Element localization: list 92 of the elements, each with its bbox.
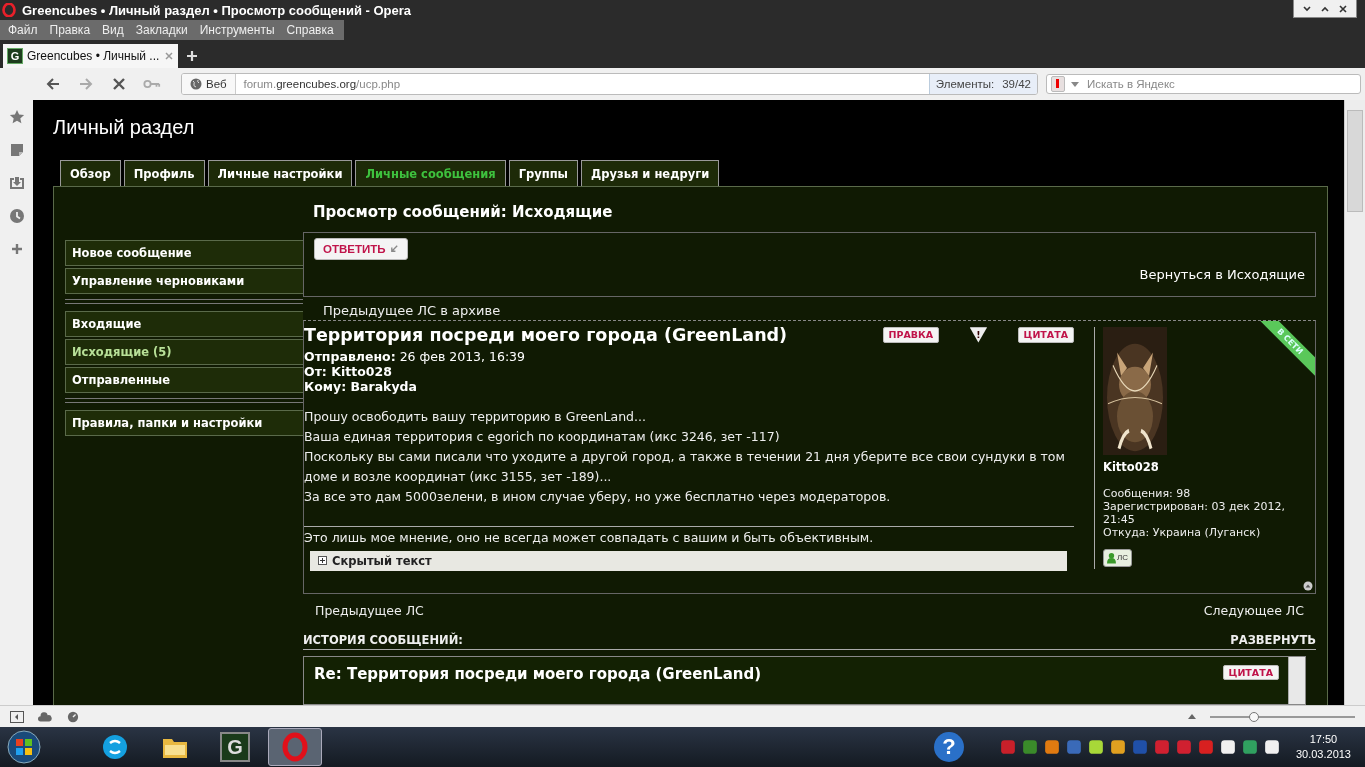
scroll-top-icon[interactable] (1303, 580, 1313, 591)
message-text: Поскольку вы сами писали что уходите а другой город, а также в течении 21 дня уберите все свои сундуки в том доме и возле координат (икс 3155, зет -189)... (304, 447, 1066, 486)
section-tab[interactable]: Друзья и недруги (581, 160, 720, 186)
start-button[interactable] (6, 729, 42, 765)
dropdown-icon[interactable] (1071, 81, 1079, 87)
favicon: G (7, 48, 23, 64)
menu-item[interactable]: Инструменты (191, 23, 279, 37)
menu-item[interactable]: Правка (41, 23, 95, 37)
message-meta: Отправлено: 26 фев 2013, 16:39 (304, 348, 527, 364)
clock-icon[interactable] (8, 208, 25, 224)
message-text: Прошу освободить вашу территорию в GreenLand... (304, 407, 647, 426)
expand-icon (318, 556, 327, 566)
pm-button[interactable]: ЛС (1103, 548, 1132, 567)
menu-item[interactable]: Файл (0, 23, 42, 37)
tray-icon[interactable] (1109, 739, 1126, 755)
quote-button[interactable]: ЦИТАТА (1017, 326, 1074, 343)
close-icon[interactable] (1338, 3, 1348, 14)
reply-button[interactable]: ОТВЕТИТЬ (314, 237, 408, 260)
page-title: Личный раздел (53, 116, 196, 139)
app-logo: G (220, 732, 250, 762)
message-meta: Кому: Barakyda (304, 378, 418, 394)
menu-item[interactable]: Справка (278, 23, 338, 37)
message-text: За все это дам 5000зелени, в ином случае уберу, но уже бесплатно через модераторов. (304, 487, 892, 506)
stop-icon[interactable] (110, 76, 128, 92)
help-icon[interactable]: ? (933, 732, 964, 762)
message-meta: От: Kitto028 (304, 363, 392, 379)
speedometer-icon[interactable] (66, 710, 80, 723)
message-subject: Территория посреди моего города (GreenLand) (304, 324, 788, 345)
menu-link[interactable]: Отправленные (65, 367, 303, 393)
quote-button[interactable]: ЦИТАТА (1222, 664, 1279, 680)
previous-link[interactable]: Предыдущее ЛС (315, 602, 424, 623)
scrollbar[interactable] (1288, 656, 1305, 704)
tab-title: Greencubes • Личный ... (27, 49, 160, 63)
globe-icon (190, 78, 202, 90)
close-tab-icon[interactable] (164, 51, 174, 61)
caret-icon[interactable] (1188, 714, 1196, 719)
edit-button[interactable]: ПРАВКА (882, 326, 940, 343)
elements-counter: Элементы: 39/42 (928, 74, 1037, 94)
author-stat: Зарегистрирован: 03 дек 2012, 21:45 (1103, 499, 1286, 526)
section-tab[interactable]: Личные настройки (207, 160, 353, 186)
menu-link[interactable]: Правила, папки и настройки (65, 410, 303, 436)
menu-link[interactable]: Управление черновиками (65, 268, 303, 294)
menu-item[interactable]: Вид (94, 23, 128, 37)
star-icon[interactable] (8, 109, 25, 125)
tray-icon[interactable] (1087, 739, 1104, 755)
menu-link[interactable]: Входящие (65, 311, 303, 337)
user-icon (1107, 551, 1116, 564)
spoiler-toggle[interactable]: Скрытый текст (310, 550, 1067, 571)
next-link[interactable]: Следующее ЛС (1203, 602, 1304, 623)
chat-icon (100, 732, 130, 762)
back-link[interactable]: Вернуться в Исходящие (1139, 266, 1305, 282)
cloud-icon[interactable] (38, 710, 52, 723)
author-stat: Сообщения: 98 (1103, 486, 1192, 500)
history-subject: Re: Территория посреди моего города (GreenLand) (314, 664, 763, 683)
search-field[interactable]: Искать в Яндекс (1085, 77, 1360, 91)
menu-link[interactable]: Новое сообщение (65, 240, 303, 266)
message-text: Ваша единая территория с egorich по координатам (икс 3246, зет -117) (304, 427, 781, 446)
browser-tab[interactable]: G Greencubes • Личный ... (3, 44, 178, 68)
scrollbar[interactable] (1344, 100, 1365, 705)
note-icon[interactable] (8, 142, 25, 158)
zoom-slider[interactable] (1210, 711, 1355, 722)
previous-archive-link[interactable]: Предыдущее ЛС в архиве (323, 302, 1316, 320)
download-icon[interactable] (8, 175, 25, 191)
section-tab[interactable]: Группы (508, 160, 578, 186)
section-heading: Просмотр сообщений: Исходящие (313, 203, 614, 223)
signature-text: Это лишь мое мнение, оно не всегда может совпадать с вашим и быть объективным. (304, 525, 1074, 545)
expand-link[interactable]: РАЗВЕРНУТЬ (1230, 632, 1316, 647)
opera-logo-icon (280, 732, 310, 762)
window-title: Greencubes • Личный раздел • Просмотр сообщений - Opera (22, 2, 411, 18)
section-tab[interactable]: Личные сообщения (355, 160, 506, 186)
clock[interactable]: 17:50 30.03.2013 (1285, 732, 1365, 762)
arrow-icon (389, 244, 399, 254)
address-field[interactable]: Веб forum.greencubes.org/ucp.php Элементы: 39/42 (181, 73, 1038, 95)
report-button[interactable]: ! (969, 326, 988, 343)
url-text: forum.greencubes.org/ucp.php (242, 78, 402, 90)
author-stat: Откуда: Украина (Луганск) (1103, 525, 1262, 539)
minimize-icon[interactable] (1302, 3, 1312, 14)
back-icon[interactable] (44, 76, 62, 92)
section-tab[interactable]: Обзор (60, 160, 121, 186)
menu-link[interactable]: Исходящие (5) (65, 339, 303, 365)
history-title: ИСТОРИЯ СООБЩЕНИЙ: (303, 632, 463, 647)
menu-item[interactable]: Закладки (127, 23, 192, 37)
panel-toggle-icon[interactable] (10, 710, 24, 723)
new-tab-icon[interactable] (186, 50, 198, 62)
opera-logo-icon (2, 3, 16, 17)
web-badge[interactable]: Веб (182, 74, 236, 94)
search-box[interactable]: Искать в Яндекс (1046, 74, 1361, 94)
tray-icon[interactable] (1263, 739, 1280, 755)
tray-icon[interactable] (1219, 739, 1236, 755)
taskbar-app[interactable]: G (208, 728, 262, 766)
section-tab[interactable]: Профиль (123, 160, 205, 186)
author-name[interactable]: Kitto028 (1103, 459, 1303, 474)
